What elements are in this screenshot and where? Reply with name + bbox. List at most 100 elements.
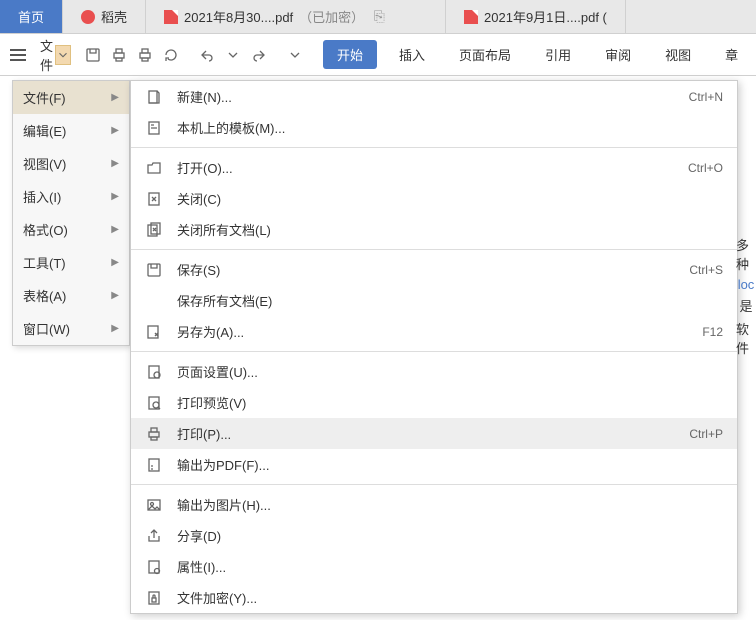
submenu-template-label: 本机上的模板(M)...: [177, 118, 723, 137]
new-file-icon: [145, 88, 163, 106]
chevron-right-icon: ▶: [111, 191, 119, 202]
submenu-print-label: 打印(P)...: [177, 424, 675, 443]
submenu-exportpdf[interactable]: 输出为PDF(F)...: [131, 449, 737, 480]
submenu-props-label: 属性(I)...: [177, 557, 723, 576]
menu-table[interactable]: 表格(A)▶: [13, 279, 129, 312]
submenu-close[interactable]: 关闭(C): [131, 183, 737, 214]
submenu-preview[interactable]: 打印预览(V): [131, 387, 737, 418]
submenu-closeall[interactable]: 关闭所有文档(L): [131, 214, 737, 245]
submenu-props[interactable]: 属性(I)...: [131, 551, 737, 582]
file-submenu: 新建(N)... Ctrl+N 本机上的模板(M)... 打开(O)... Ct…: [130, 80, 738, 614]
save-as-icon: [145, 323, 163, 341]
close-file-icon: [145, 190, 163, 208]
submenu-template[interactable]: 本机上的模板(M)...: [131, 112, 737, 143]
tab-pdf-2[interactable]: 2021年9月1日....pdf (: [446, 0, 626, 33]
tab-pdf-1[interactable]: 2021年8月30....pdf （已加密） ⎘: [146, 0, 446, 33]
submenu-closeall-label: 关闭所有文档(L): [177, 220, 723, 239]
submenu-saveas-label: 另存为(A)...: [177, 322, 688, 341]
pdf-icon: [464, 10, 478, 24]
template-icon: [145, 119, 163, 137]
submenu-exportpdf-label: 输出为PDF(F)...: [177, 455, 723, 474]
submenu-saveall-label: 保存所有文档(E): [177, 291, 723, 310]
submenu-share[interactable]: 分享(D): [131, 520, 737, 551]
shortcut-open: Ctrl+O: [688, 161, 723, 175]
submenu-save[interactable]: 保存(S) Ctrl+S: [131, 254, 737, 285]
ribbon-start[interactable]: 开始: [323, 40, 377, 69]
menu-format-label: 格式(O): [23, 220, 68, 239]
tab-pdf2-name: 2021年9月1日....pdf (: [484, 7, 607, 26]
export-pdf-icon: [145, 456, 163, 474]
share-icon: [145, 527, 163, 545]
folder-open-icon: [145, 159, 163, 177]
tab-pdf1-name: 2021年8月30....pdf: [184, 7, 293, 26]
redo-icon[interactable]: [251, 43, 267, 67]
peek-text: 是: [739, 296, 752, 315]
menu-format[interactable]: 格式(O)▶: [13, 213, 129, 246]
submenu-exportimg[interactable]: 输出为图片(H)...: [131, 489, 737, 520]
submenu-saveas[interactable]: 另存为(A)... F12: [131, 316, 737, 347]
ribbon-view[interactable]: 视图: [653, 41, 703, 68]
menu-icon[interactable]: [10, 43, 26, 67]
toolbar: 文件 开始 插入 页面布局 引用 审阅 视图 章: [0, 34, 756, 76]
submenu-print[interactable]: 打印(P)... Ctrl+P: [131, 418, 737, 449]
file-menu-trigger[interactable]: 文件: [36, 36, 75, 74]
chevron-right-icon: ▶: [111, 158, 119, 169]
shortcut-save: Ctrl+S: [689, 263, 723, 277]
document-peek: 多种 loc 是 软件: [736, 235, 756, 325]
ribbon-ref[interactable]: 引用: [533, 41, 583, 68]
menu-edit[interactable]: 编辑(E) ▶: [13, 114, 129, 147]
save-icon[interactable]: [85, 43, 101, 67]
ribbon-insert[interactable]: 插入: [387, 41, 437, 68]
print-quick-icon[interactable]: [111, 43, 127, 67]
chevron-right-icon: ▶: [111, 125, 119, 136]
menu-edit-label: 编辑(E): [23, 121, 66, 140]
print-preview-icon: [145, 394, 163, 412]
chevron-down-icon: [55, 45, 71, 65]
print-preview-icon[interactable]: [137, 43, 153, 67]
menu-view-label: 视图(V): [23, 154, 66, 173]
submenu-preview-label: 打印预览(V): [177, 393, 723, 412]
shortcut-print: Ctrl+P: [689, 427, 723, 441]
tab-home-label: 首页: [18, 7, 44, 26]
menu-separator: [131, 351, 737, 352]
chevron-down-icon[interactable]: [287, 43, 303, 67]
menu-insert[interactable]: 插入(I)▶: [13, 180, 129, 213]
submenu-open[interactable]: 打开(O)... Ctrl+O: [131, 152, 737, 183]
tab-pdf1-suffix: （已加密）: [299, 7, 364, 26]
undo-icon[interactable]: [199, 43, 215, 67]
close-all-icon: [145, 221, 163, 239]
submenu-saveall[interactable]: 保存所有文档(E): [131, 285, 737, 316]
chevron-down-icon[interactable]: [225, 43, 241, 67]
submenu-pagesetup-label: 页面设置(U)...: [177, 362, 723, 381]
close-icon[interactable]: ⎘: [370, 8, 388, 26]
refresh-icon[interactable]: [163, 43, 179, 67]
submenu-encrypt-label: 文件加密(Y)...: [177, 588, 723, 607]
submenu-share-label: 分享(D): [177, 526, 723, 545]
menu-separator: [131, 484, 737, 485]
print-icon: [145, 425, 163, 443]
menu-separator: [131, 249, 737, 250]
menu-view[interactable]: 视图(V) ▶: [13, 147, 129, 180]
file-label: 文件: [40, 36, 53, 74]
menu-tool[interactable]: 工具(T) ▶: [13, 246, 129, 279]
pdf-icon: [164, 10, 178, 24]
submenu-pagesetup[interactable]: 页面设置(U)...: [131, 356, 737, 387]
submenu-new[interactable]: 新建(N)... Ctrl+N: [131, 81, 737, 112]
menu-window[interactable]: 窗口(W)▶: [13, 312, 129, 345]
ribbon-chapter[interactable]: 章: [713, 41, 750, 68]
tab-docer[interactable]: 稻壳: [63, 0, 146, 33]
menu-file[interactable]: 文件(F)▶: [13, 81, 129, 114]
submenu-encrypt[interactable]: 文件加密(Y)...: [131, 582, 737, 613]
ribbon-review[interactable]: 审阅: [593, 41, 643, 68]
peek-text: 多种: [736, 235, 756, 273]
submenu-save-label: 保存(S): [177, 260, 675, 279]
properties-icon: [145, 558, 163, 576]
chevron-right-icon: ▶: [111, 257, 119, 268]
chevron-right-icon: ▶: [111, 290, 119, 301]
shortcut-new: Ctrl+N: [689, 90, 723, 104]
tab-home[interactable]: 首页: [0, 0, 63, 33]
submenu-close-label: 关闭(C): [177, 189, 723, 208]
menu-tool-label: 工具(T): [23, 253, 66, 272]
ribbon-layout[interactable]: 页面布局: [447, 41, 523, 68]
document-tabs: 首页 稻壳 2021年8月30....pdf （已加密） ⎘ 2021年9月1日…: [0, 0, 756, 34]
